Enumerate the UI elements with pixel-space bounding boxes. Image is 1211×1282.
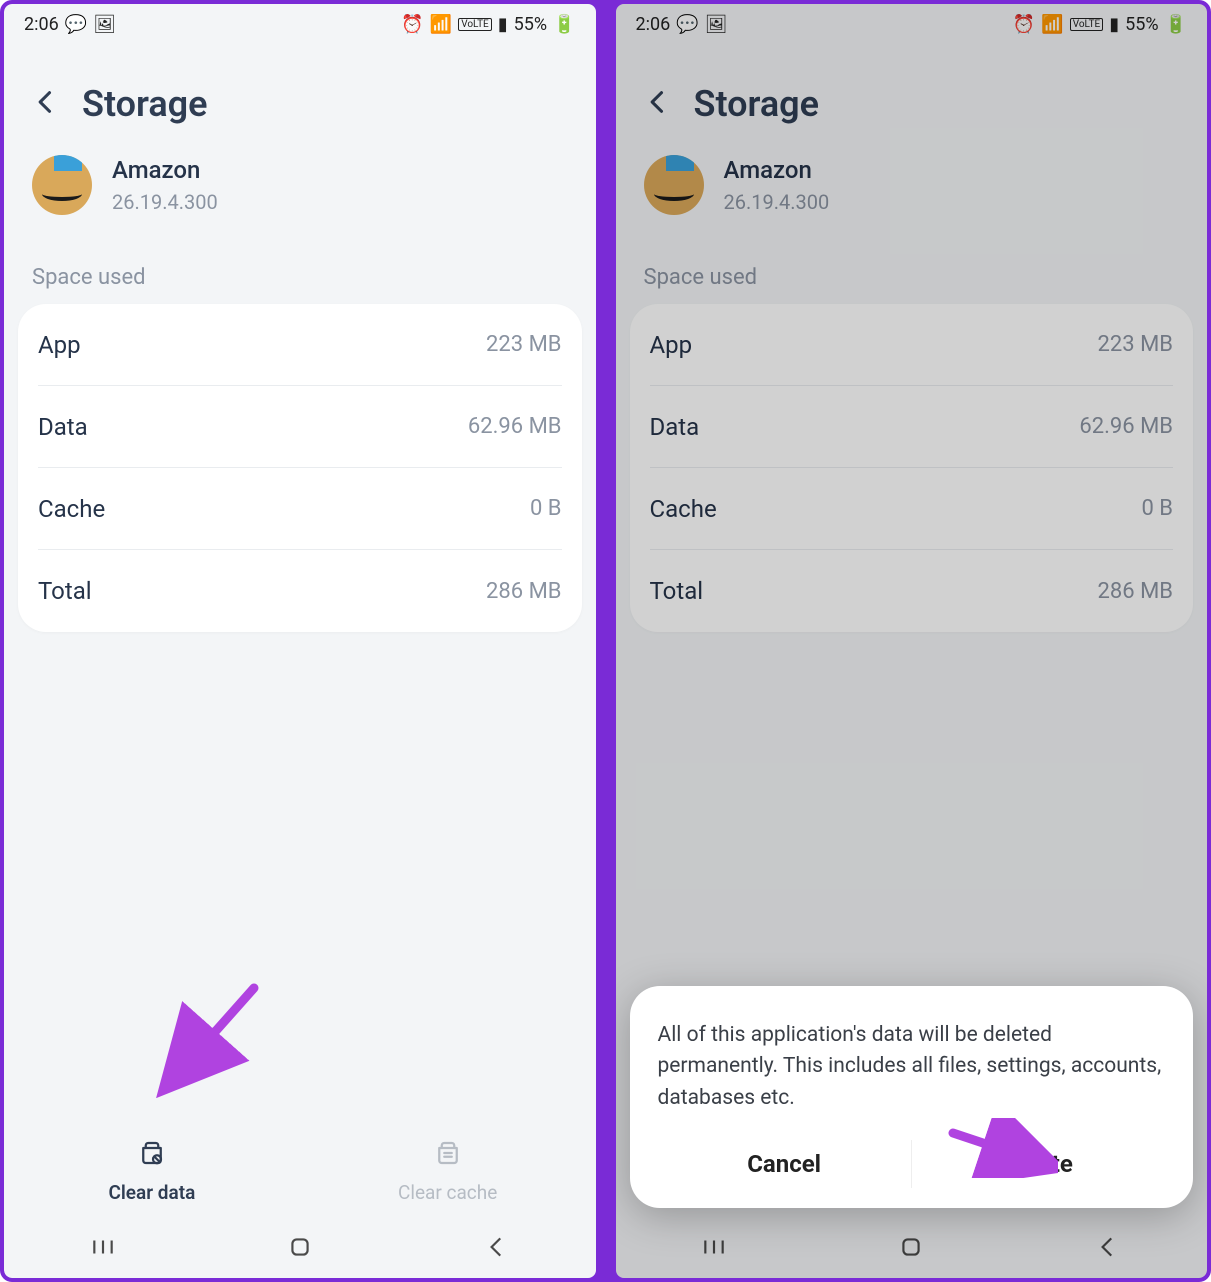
image-icon: 🖼 bbox=[705, 14, 728, 35]
chat-icon: 💬 bbox=[676, 14, 698, 35]
storage-card: App 223 MB Data 62.96 MB Cache 0 B Total… bbox=[18, 304, 582, 632]
row-data: Data 62.96 MB bbox=[650, 386, 1174, 468]
clear-data-icon bbox=[137, 1138, 167, 1173]
bottom-actions: Clear data Clear cache bbox=[4, 1120, 596, 1224]
signal-icon: ▮ bbox=[498, 14, 508, 35]
row-label: Data bbox=[650, 413, 700, 441]
android-navbar bbox=[616, 1224, 1208, 1278]
back-nav-icon[interactable] bbox=[1095, 1234, 1121, 1264]
storage-card: App 223 MB Data 62.96 MB Cache 0 B Total… bbox=[630, 304, 1194, 632]
wifi-icon: 📶 bbox=[1041, 14, 1063, 35]
clear-cache-icon bbox=[433, 1138, 463, 1173]
row-label: Cache bbox=[38, 495, 105, 523]
row-app: App 223 MB bbox=[38, 304, 562, 386]
battery-icon: 🔋 bbox=[553, 14, 575, 35]
chat-icon: 💬 bbox=[65, 14, 87, 35]
recents-icon[interactable] bbox=[701, 1234, 727, 1264]
section-label: Space used bbox=[616, 265, 1208, 304]
row-value: 286 MB bbox=[486, 579, 561, 604]
row-app: App 223 MB bbox=[650, 304, 1174, 386]
home-icon[interactable] bbox=[287, 1234, 313, 1264]
app-name: Amazon bbox=[112, 156, 218, 184]
status-bar: 2:06 💬 🖼 ⏰ 📶 VoLTE ▮ 55% 🔋 bbox=[4, 4, 596, 39]
clock-text: 2:06 bbox=[24, 14, 59, 35]
recents-icon[interactable] bbox=[90, 1234, 116, 1264]
row-label: Data bbox=[38, 413, 88, 441]
image-icon: 🖼 bbox=[93, 14, 116, 35]
page-title: Storage bbox=[82, 83, 208, 125]
back-nav-icon[interactable] bbox=[484, 1234, 510, 1264]
battery-text: 55% bbox=[1125, 14, 1158, 35]
alarm-icon: ⏰ bbox=[1013, 14, 1035, 35]
row-label: App bbox=[38, 331, 81, 359]
clear-data-button[interactable]: Clear data bbox=[4, 1120, 300, 1218]
app-version: 26.19.4.300 bbox=[724, 190, 830, 214]
wifi-icon: 📶 bbox=[430, 14, 452, 35]
app-icon bbox=[32, 155, 92, 215]
android-navbar bbox=[4, 1224, 596, 1278]
row-label: App bbox=[650, 331, 693, 359]
delete-button[interactable]: Delete bbox=[911, 1140, 1165, 1188]
clear-data-label: Clear data bbox=[108, 1181, 195, 1204]
row-value: 62.96 MB bbox=[1079, 414, 1173, 439]
row-value: 0 B bbox=[530, 496, 562, 521]
row-value: 286 MB bbox=[1098, 579, 1173, 604]
row-value: 62.96 MB bbox=[468, 414, 562, 439]
row-total: Total 286 MB bbox=[650, 550, 1174, 632]
clear-cache-label: Clear cache bbox=[398, 1181, 497, 1204]
row-cache: Cache 0 B bbox=[650, 468, 1174, 550]
app-name: Amazon bbox=[724, 156, 830, 184]
alarm-icon: ⏰ bbox=[401, 14, 423, 35]
back-icon[interactable] bbox=[644, 88, 672, 120]
clock-text: 2:06 bbox=[636, 14, 671, 35]
cancel-button[interactable]: Cancel bbox=[658, 1140, 911, 1188]
app-info-row: Amazon 26.19.4.300 bbox=[616, 155, 1208, 265]
row-label: Total bbox=[38, 577, 92, 605]
volte-icon: VoLTE bbox=[1070, 18, 1104, 31]
app-info-row: Amazon 26.19.4.300 bbox=[4, 155, 596, 265]
section-label: Space used bbox=[4, 265, 596, 304]
row-total: Total 286 MB bbox=[38, 550, 562, 632]
clear-cache-button: Clear cache bbox=[300, 1120, 596, 1218]
confirm-dialog: All of this application's data will be d… bbox=[630, 986, 1194, 1209]
page-title: Storage bbox=[694, 83, 820, 125]
row-value: 0 B bbox=[1141, 496, 1173, 521]
row-label: Cache bbox=[650, 495, 717, 523]
signal-icon: ▮ bbox=[1109, 14, 1119, 35]
status-bar: 2:06 💬 🖼 ⏰ 📶 VoLTE ▮ 55% 🔋 bbox=[616, 4, 1208, 39]
app-icon bbox=[644, 155, 704, 215]
row-data: Data 62.96 MB bbox=[38, 386, 562, 468]
dialog-message: All of this application's data will be d… bbox=[658, 1020, 1166, 1115]
battery-text: 55% bbox=[514, 14, 547, 35]
volte-icon: VoLTE bbox=[458, 18, 492, 31]
row-value: 223 MB bbox=[1098, 332, 1173, 357]
app-version: 26.19.4.300 bbox=[112, 190, 218, 214]
home-icon[interactable] bbox=[898, 1234, 924, 1264]
battery-icon: 🔋 bbox=[1165, 14, 1187, 35]
row-value: 223 MB bbox=[486, 332, 561, 357]
row-cache: Cache 0 B bbox=[38, 468, 562, 550]
back-icon[interactable] bbox=[32, 88, 60, 120]
row-label: Total bbox=[650, 577, 704, 605]
